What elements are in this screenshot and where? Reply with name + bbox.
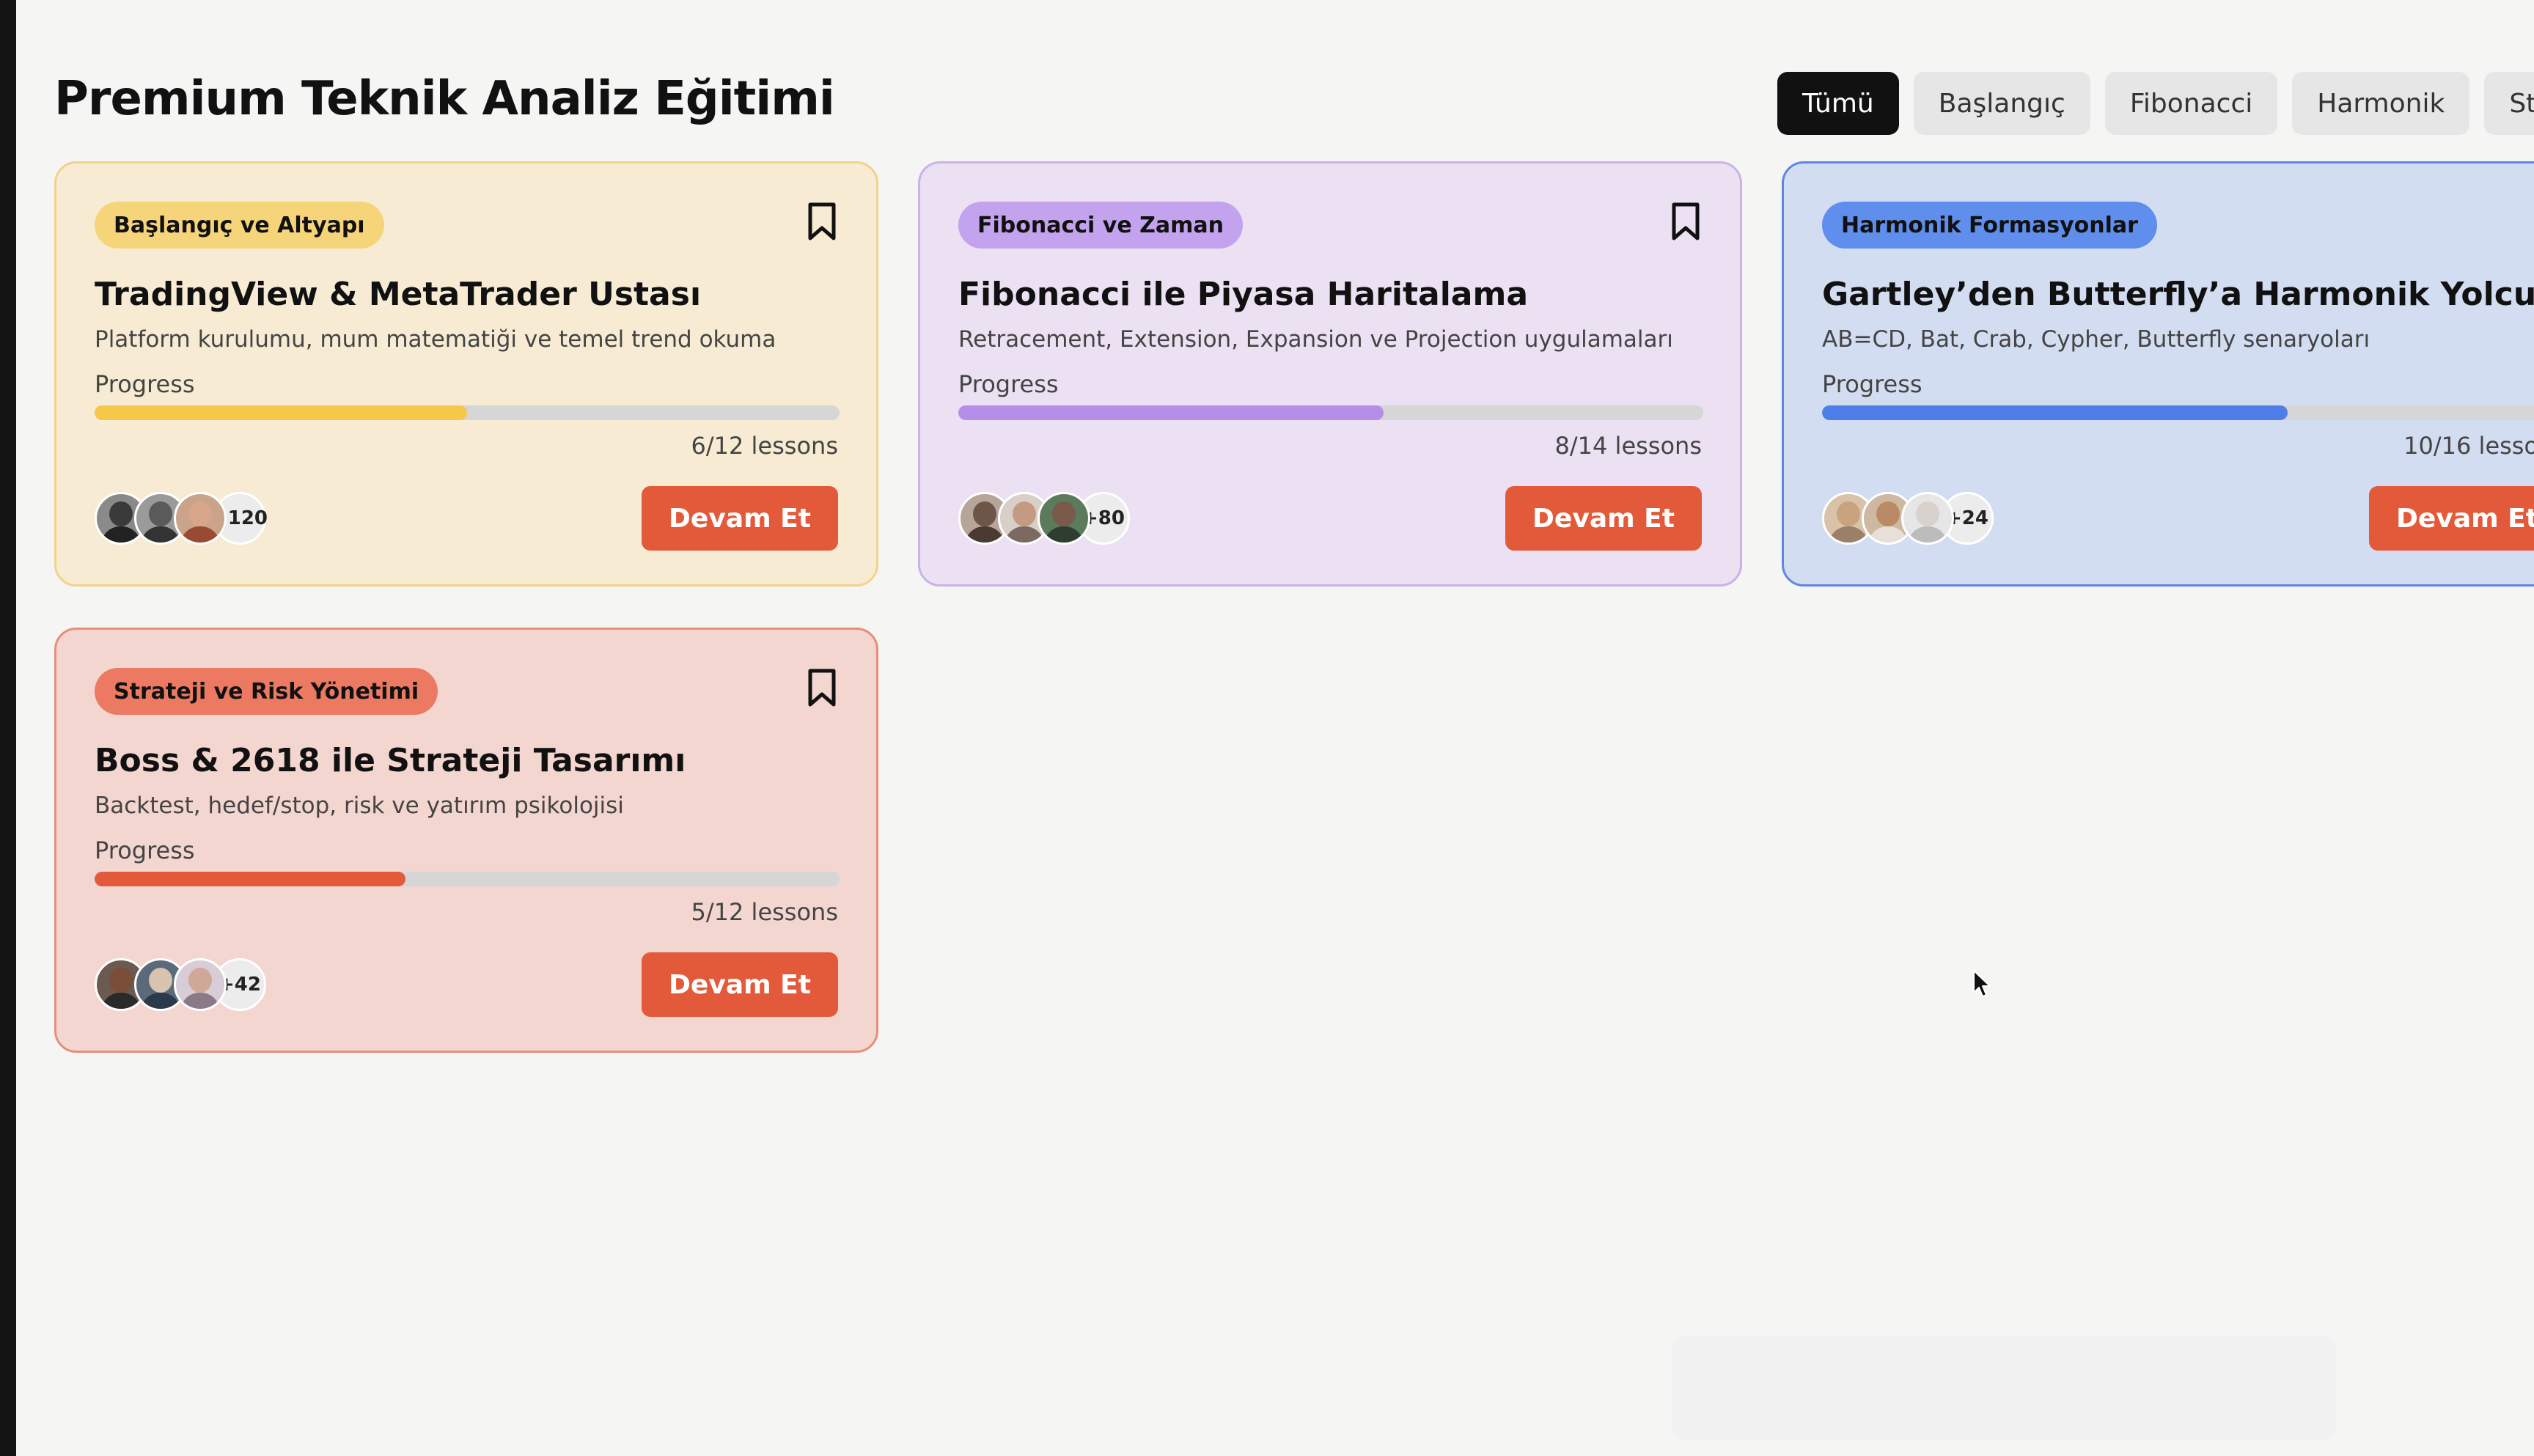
progress-fill [95,405,467,420]
bookmark-icon[interactable] [1670,202,1702,241]
course-subtitle: AB=CD, Bat, Crab, Cypher, Butterfly sena… [1822,326,2370,353]
avatar-group: +42 [95,958,266,1011]
progress-fill [1822,405,2288,420]
tab-all[interactable]: Tümü [1777,72,1899,135]
course-title: Gartley’den Butterfly’a Harmonik Yolculu… [1822,276,2534,313]
tab-beginner[interactable]: Başlangıç [1913,72,2090,135]
lesson-count: 5/12 lessons [691,898,838,926]
continue-button[interactable]: Devam Et [1505,486,1702,551]
course-title: Fibonacci ile Piyasa Haritalama [958,276,1529,313]
lesson-count: 8/14 lessons [1554,432,1702,460]
course-subtitle: Backtest, hedef/stop, risk ve yatırım ps… [95,793,624,819]
course-subtitle: Retracement, Extension, Expansion ve Pro… [958,326,1673,353]
avatar [174,492,227,545]
tab-harmonic[interactable]: Harmonik [2292,72,2470,135]
avatar [1038,492,1090,545]
mouse-cursor-icon [1973,970,1991,997]
tab-fibonacci[interactable]: Fibonacci [2104,72,2278,135]
avatar-group: +24 [1822,492,1994,545]
progress-label: Progress [958,370,1059,398]
continue-button[interactable]: Devam Et [642,952,838,1017]
continue-button[interactable]: Devam Et [2369,486,2534,551]
course-card: Harmonik Formasyonlar Gartley’den Butter… [1782,161,2534,587]
avatar [174,958,227,1011]
progress-fill [958,405,1384,420]
lesson-count: 6/12 lessons [691,432,838,460]
filter-tabs: Tümü Başlangıç Fibonacci Harmonik Strate… [1777,72,2534,135]
avatar-group: +80 [958,492,1130,545]
course-title: Boss & 2618 ile Strateji Tasarımı [95,742,686,779]
avatar [1901,492,1954,545]
window-edge [0,0,16,1456]
continue-button[interactable]: Devam Et [642,486,838,551]
course-card: Fibonacci ve Zaman Fibonacci ile Piyasa … [918,161,1742,587]
course-card: Başlangıç ve Altyapı TradingView & MetaT… [54,161,878,587]
course-card: Strateji ve Risk Yönetimi Boss & 2618 il… [54,628,878,1053]
progress-bar [958,405,1703,420]
progress-fill [95,872,405,886]
progress-label: Progress [95,370,195,398]
media-controls-overlay [1672,1336,2336,1440]
tab-strategy[interactable]: Strateji [2484,72,2534,135]
category-tag: Harmonik Formasyonlar [1822,202,2157,249]
progress-bar [95,405,840,420]
category-tag: Fibonacci ve Zaman [958,202,1243,249]
bookmark-icon[interactable] [806,202,838,241]
course-subtitle: Platform kurulumu, mum matematiği ve tem… [95,326,776,353]
progress-bar [1822,405,2534,420]
bookmark-icon[interactable] [806,668,838,707]
course-title: TradingView & MetaTrader Ustası [95,276,702,313]
lesson-count: 10/16 lessons [2403,432,2534,460]
progress-label: Progress [95,837,195,864]
page-title: Premium Teknik Analiz Eğitimi [54,72,835,126]
avatar-group: +120 [95,492,268,545]
progress-bar [95,872,840,886]
category-tag: Başlangıç ve Altyapı [95,202,384,249]
progress-label: Progress [1822,370,1922,398]
category-tag: Strateji ve Risk Yönetimi [95,668,438,715]
